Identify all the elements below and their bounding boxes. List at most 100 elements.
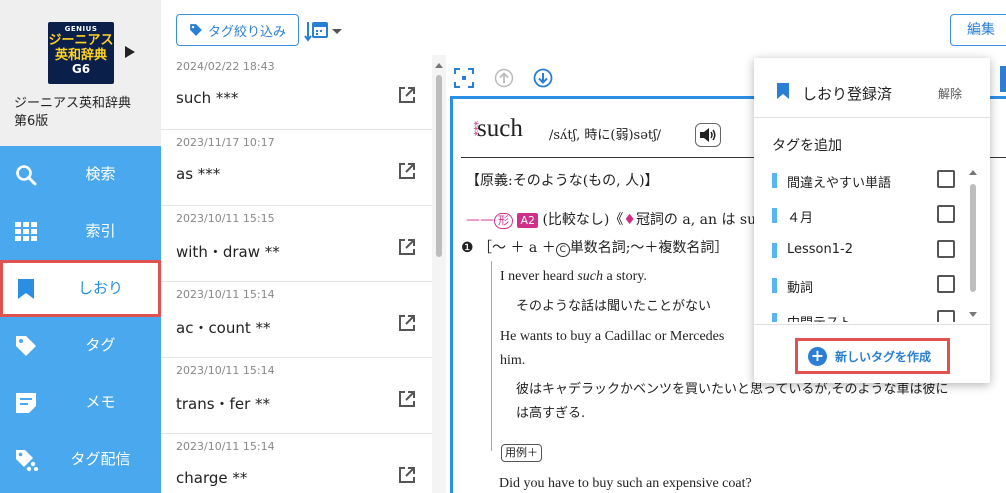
scroll-up-arrow-icon[interactable] bbox=[435, 63, 443, 68]
tag-color-bar bbox=[772, 173, 777, 188]
open-external-icon[interactable] bbox=[397, 85, 417, 105]
sense-1-pattern: ❶ ［～ ＋ a ＋ C 単数名詞;～＋複数名詞］ bbox=[461, 237, 728, 257]
list-item[interactable]: 2023/10/11 15:14 trans・fer ** bbox=[161, 359, 432, 434]
tag-checkbox[interactable] bbox=[937, 170, 955, 188]
tag-checkbox[interactable] bbox=[937, 275, 955, 293]
tag-checkbox[interactable] bbox=[937, 205, 955, 223]
tag-checkbox[interactable] bbox=[937, 240, 955, 258]
popup-footer: + 新しいタグを作成 bbox=[754, 324, 990, 383]
open-external-icon[interactable] bbox=[397, 465, 417, 485]
nav-item-bookmark[interactable]: しおり bbox=[0, 260, 161, 317]
remove-bookmark-button[interactable]: 解除 bbox=[938, 85, 962, 102]
dictionary-cover-image: GENIUS ジーニアス 英和辞典 G6 bbox=[48, 22, 114, 84]
level-badge: A2 bbox=[517, 213, 538, 228]
sense-pattern-pre: ［～ ＋ a ＋ bbox=[478, 240, 556, 256]
play-arrow-icon[interactable] bbox=[125, 46, 135, 58]
sort-calendar-icon bbox=[304, 22, 328, 42]
sort-order-dropdown[interactable] bbox=[304, 16, 344, 46]
open-external-icon[interactable] bbox=[397, 389, 417, 409]
nav-item-label: タグ配信 bbox=[70, 450, 131, 468]
tag-row[interactable]: ４月 bbox=[754, 197, 964, 233]
nav-item-search[interactable]: 検索 bbox=[0, 146, 161, 203]
diamond-mark: ♦ bbox=[623, 212, 636, 228]
dictionary-selector[interactable]: GENIUS ジーニアス 英和辞典 G6 ジーニアス英和辞典 第6版 bbox=[0, 0, 161, 146]
nav-item-tag-share[interactable]: タグ配信 bbox=[0, 431, 161, 488]
tag-filter-button[interactable]: タグ絞り込み bbox=[176, 14, 299, 46]
part-of-speech-line: —— 形 A2 (比較なし)《♦冠詞の a, an は su bbox=[466, 209, 756, 229]
nav-item-tag[interactable]: タグ bbox=[0, 317, 161, 374]
example-sentence: I never heard such a story. bbox=[500, 269, 647, 285]
tag-name: 間違えやすい単語 bbox=[787, 176, 892, 191]
bookmark-icon bbox=[14, 277, 38, 301]
pronunciation: /sʌ́tʃ, 時に(弱)sətʃ/ bbox=[549, 128, 662, 143]
open-external-icon[interactable] bbox=[397, 161, 417, 181]
pos-dash: —— bbox=[466, 212, 494, 228]
scrollbar-thumb[interactable] bbox=[436, 75, 442, 257]
memo-icon bbox=[14, 391, 38, 415]
list-item[interactable]: 2023/10/11 15:15 with・draw ** bbox=[161, 207, 432, 282]
tag-row[interactable]: Lesson1-2 bbox=[754, 232, 964, 268]
example-sentence: Did you have to buy such an expensive co… bbox=[499, 476, 752, 491]
fit-screen-icon[interactable] bbox=[454, 68, 474, 88]
tag-row[interactable]: 間違えやすい単語 bbox=[754, 162, 964, 198]
list-item[interactable]: 2023/11/17 10:17 as *** bbox=[161, 131, 432, 206]
panel-edge-handle bbox=[1000, 66, 1006, 92]
nav-item-label: しおり bbox=[77, 279, 123, 297]
list-item[interactable]: 2023/10/11 15:14 ac・count ** bbox=[161, 283, 432, 358]
bookmark-icon bbox=[777, 83, 789, 99]
tag-filter-label: タグ絞り込み bbox=[207, 24, 286, 40]
tag-list-scrollbar[interactable] bbox=[966, 166, 980, 322]
pos-note-2: 冠詞の a, an は su bbox=[635, 212, 757, 228]
tag-color-bar bbox=[772, 313, 777, 322]
scroll-down-arrow-icon[interactable] bbox=[969, 312, 977, 317]
example-emphasis: such bbox=[577, 269, 604, 284]
history-scrollbar[interactable] bbox=[432, 55, 446, 493]
importance-mark: *** bbox=[468, 121, 479, 136]
scroll-up-arrow-icon[interactable] bbox=[969, 170, 977, 175]
more-examples-button[interactable]: 用例＋ bbox=[501, 444, 542, 462]
search-icon bbox=[14, 163, 38, 187]
tag-row[interactable]: 動詞 bbox=[754, 267, 964, 303]
nav-item-label: メモ bbox=[85, 393, 116, 411]
arrow-up-circle-icon[interactable] bbox=[494, 68, 514, 88]
entry-date: 2023/11/17 10:17 bbox=[176, 136, 275, 149]
entry-word: as *** bbox=[176, 165, 221, 183]
scrollbar-thumb[interactable] bbox=[970, 184, 976, 292]
tag-name: 中間テスト bbox=[787, 312, 852, 322]
create-new-tag-button[interactable]: + 新しいタグを作成 bbox=[795, 338, 950, 374]
entry-word: with・draw ** bbox=[176, 243, 280, 261]
speaker-button[interactable] bbox=[695, 123, 721, 147]
nav-item-label: タグ bbox=[85, 336, 116, 354]
grid-icon bbox=[14, 220, 38, 244]
popup-title: しおり登録済 bbox=[802, 85, 893, 103]
tag-checkbox[interactable] bbox=[937, 310, 955, 322]
nav-item-index[interactable]: 索引 bbox=[0, 203, 161, 260]
arrow-down-circle-icon[interactable] bbox=[533, 68, 553, 88]
edit-button[interactable]: 編集 bbox=[950, 14, 1006, 46]
tag-row[interactable]: 中間テスト bbox=[754, 302, 964, 322]
dictionary-title: ジーニアス英和辞典 第6版 bbox=[14, 96, 132, 129]
list-item[interactable]: 2023/10/11 15:14 charge ** bbox=[161, 435, 432, 493]
open-external-icon[interactable] bbox=[397, 237, 417, 257]
create-new-tag-label: 新しいタグを作成 bbox=[835, 349, 932, 364]
entry-date: 2023/10/11 15:14 bbox=[176, 288, 275, 301]
speaker-icon bbox=[700, 128, 716, 142]
pos-badge: 形 bbox=[494, 213, 513, 229]
tag-name: Lesson1-2 bbox=[787, 242, 853, 257]
bookmark-history-list: 2024/02/22 18:43 such *** 2023/11/17 10:… bbox=[161, 55, 432, 493]
cover-title-1: ジーニアス bbox=[48, 33, 114, 48]
list-item[interactable]: 2024/02/22 18:43 such *** bbox=[161, 55, 432, 130]
entry-date: 2023/10/11 15:14 bbox=[176, 364, 275, 377]
example-text: a story. bbox=[603, 269, 647, 284]
open-external-icon[interactable] bbox=[397, 313, 417, 333]
entry-date: 2023/10/11 15:14 bbox=[176, 440, 275, 453]
sidebar: GENIUS ジーニアス 英和辞典 G6 ジーニアス英和辞典 第6版 検索 索引… bbox=[0, 0, 161, 493]
popup-header: しおり登録済 解除 bbox=[754, 58, 990, 118]
entry-date: 2024/02/22 18:43 bbox=[176, 60, 275, 73]
tag-name: ４月 bbox=[787, 211, 814, 226]
headword: such bbox=[477, 115, 523, 142]
nav-item-memo[interactable]: メモ bbox=[0, 374, 161, 431]
nav-item-label: 索引 bbox=[85, 222, 116, 240]
tag-share-icon bbox=[14, 448, 38, 472]
pos-note: (比較なし)《 bbox=[542, 212, 624, 228]
